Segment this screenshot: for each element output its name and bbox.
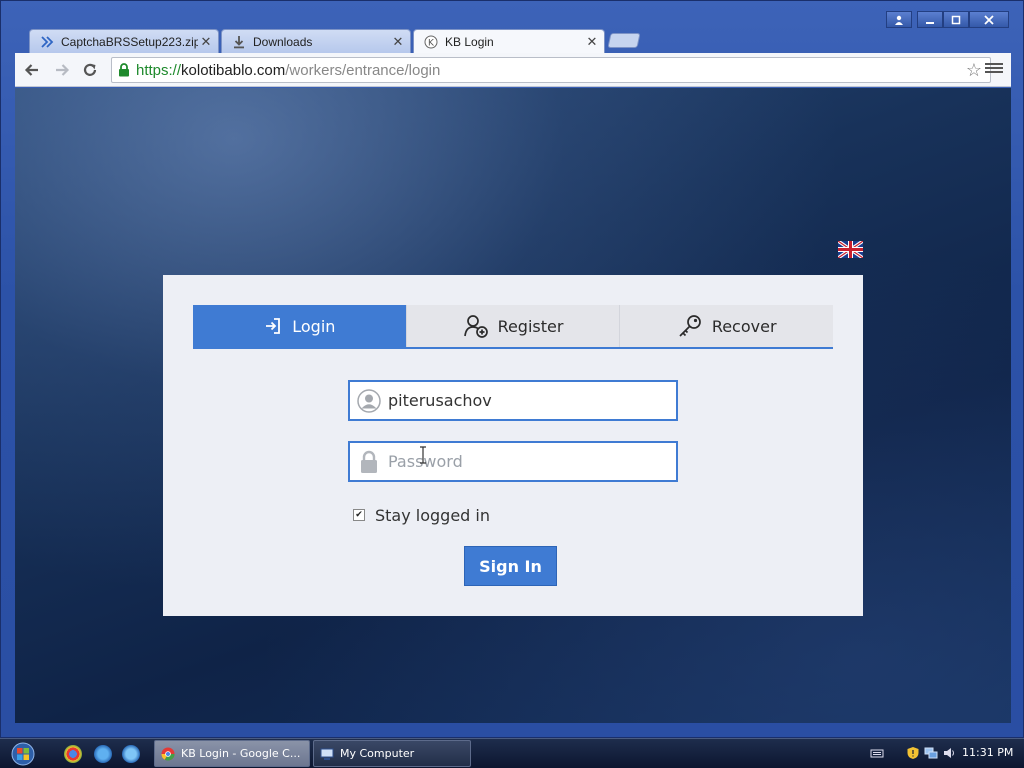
system-clock[interactable]: 11:31 PM (962, 746, 1013, 759)
key-icon (677, 313, 703, 339)
keyboard-icon[interactable] (870, 746, 884, 760)
title-bar[interactable] (1, 1, 1024, 29)
taskbar-item-label: My Computer (340, 747, 415, 760)
username-input[interactable] (388, 382, 676, 419)
login-card: Login Register Recover piterusachov ✔ St… (163, 275, 863, 616)
padlock-icon (350, 450, 388, 474)
taskbar-item-my-computer[interactable]: My Computer (313, 740, 471, 767)
stay-logged-in-checkbox[interactable]: ✔ (353, 509, 365, 521)
url-scheme: https:// (136, 61, 182, 79)
url-host: kolotibablo.com (181, 61, 286, 79)
tab-recover-label: Recover (711, 316, 777, 336)
internet-explorer-icon[interactable] (94, 745, 112, 763)
tab-register-label: Register (497, 316, 564, 336)
system-tray: 11:31 PM (866, 739, 1024, 768)
address-bar[interactable]: https://kolotibablo.com/workers/entrance… (111, 57, 991, 83)
close-window-button[interactable] (969, 11, 1009, 28)
tab-label: KB Login (445, 34, 494, 49)
sign-in-button[interactable]: Sign In (464, 546, 557, 586)
security-shield-icon[interactable] (906, 746, 920, 760)
stay-logged-in-row[interactable]: ✔ Stay logged in (353, 505, 490, 525)
tab-login-label: Login (292, 316, 336, 336)
tab-login[interactable]: Login (193, 305, 407, 347)
page-viewport: Login Register Recover piterusachov ✔ St… (15, 88, 1011, 723)
user-icon (895, 15, 903, 25)
add-user-icon (463, 313, 489, 339)
taskbar: KB Login - Google C... My Computer 11:31… (0, 738, 1024, 768)
chrome-icon (161, 747, 175, 760)
password-field[interactable] (348, 441, 678, 482)
browser-quicklaunch-icon[interactable] (122, 745, 140, 763)
minimize-button[interactable] (917, 11, 943, 28)
text-cursor-icon (420, 446, 426, 464)
bookmark-star-icon[interactable]: ☆ (964, 60, 984, 80)
browser-toolbar: https://kolotibablo.com/workers/entrance… (15, 53, 1011, 87)
volume-icon[interactable] (942, 746, 956, 760)
back-button[interactable] (21, 59, 43, 81)
taskbar-item-label: KB Login - Google C... (181, 747, 301, 760)
close-tab-icon[interactable]: ✕ (584, 34, 600, 50)
browser-window: CaptchaBRSSetup223.zip - ✕ Downloads ✕ K… (0, 0, 1024, 738)
new-tab-button[interactable] (607, 33, 641, 48)
computer-icon (320, 748, 334, 760)
user-avatar-icon (350, 388, 388, 413)
browser-tab-kb-login[interactable]: K KB Login ✕ (413, 29, 605, 53)
secure-lock-icon[interactable] (116, 62, 132, 78)
stay-logged-in-label: Stay logged in (375, 505, 491, 525)
minimize-icon (926, 21, 934, 24)
url-path: /workers/entrance/login (285, 61, 441, 79)
download-icon (232, 35, 246, 49)
forward-arrow-icon (56, 64, 70, 76)
forward-button[interactable] (51, 59, 73, 81)
windows-logo-icon (11, 742, 35, 766)
username-field[interactable] (348, 380, 678, 421)
password-input[interactable] (388, 443, 676, 480)
close-icon (984, 14, 994, 25)
user-profile-button[interactable] (886, 11, 912, 28)
close-tab-icon[interactable]: ✕ (390, 34, 406, 50)
tab-label: Downloads (253, 34, 313, 49)
close-tab-icon[interactable]: ✕ (198, 34, 214, 50)
tab-recover[interactable]: Recover (620, 305, 833, 347)
chrome-quicklaunch-icon[interactable] (64, 745, 82, 763)
double-chevron-icon (40, 35, 54, 49)
back-arrow-icon (24, 64, 38, 76)
network-icon[interactable] (924, 746, 938, 760)
maximize-icon (951, 15, 961, 24)
reload-button[interactable] (79, 59, 101, 81)
taskbar-item-kb-login[interactable]: KB Login - Google C... (154, 740, 310, 767)
browser-tab-downloads[interactable]: Downloads ✕ (221, 29, 411, 53)
uk-flag-icon[interactable] (838, 241, 863, 258)
chrome-menu-icon[interactable] (985, 61, 1003, 77)
start-button[interactable] (6, 741, 40, 767)
auth-tabs: Login Register Recover (193, 305, 833, 349)
browser-tab-captcha[interactable]: CaptchaBRSSetup223.zip - ✕ (29, 29, 219, 53)
tab-register[interactable]: Register (407, 305, 621, 347)
tab-label: CaptchaBRSSetup223.zip - (61, 34, 198, 49)
reload-icon (83, 63, 97, 76)
maximize-button[interactable] (943, 11, 969, 28)
login-arrow-icon (263, 316, 283, 336)
kb-favicon-icon: K (424, 35, 438, 49)
